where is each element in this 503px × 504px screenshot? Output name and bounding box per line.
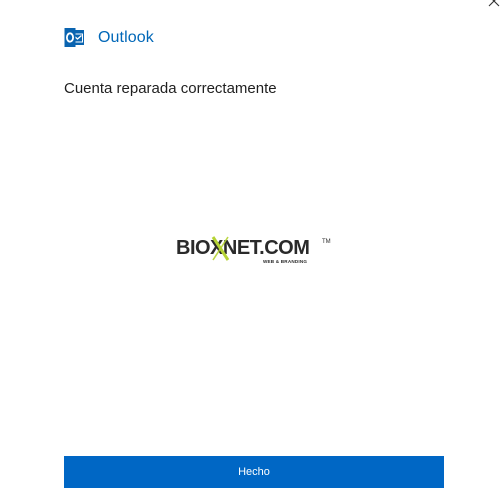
bioxnet-logo: BIOXNET.COM TM WEB & BRANDING <box>176 236 331 264</box>
close-icon <box>488 0 500 7</box>
brand-logo-wordmark: BIOXNET.COM <box>176 237 309 259</box>
close-button[interactable] <box>485 0 503 10</box>
app-header: Outlook <box>64 27 154 48</box>
done-button[interactable]: Hecho <box>64 456 444 488</box>
brand-trademark: TM <box>322 239 331 245</box>
brand-tagline: WEB & BRANDING <box>263 259 307 264</box>
status-message: Cuenta reparada correctamente <box>64 80 277 97</box>
app-title: Outlook <box>98 28 154 46</box>
outlook-logo-icon <box>64 28 84 47</box>
